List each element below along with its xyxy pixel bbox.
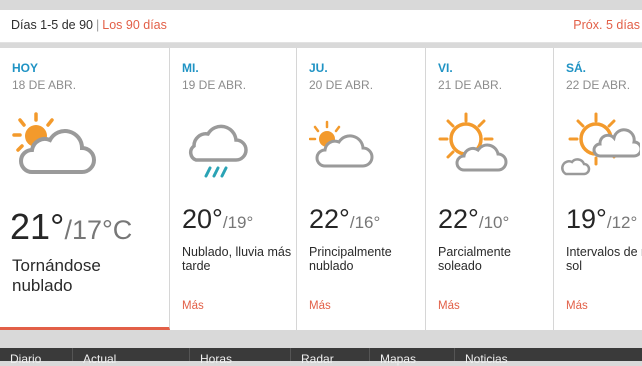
day-date: 22 DE ABR. [566, 78, 631, 92]
temp-high: 22° [309, 204, 350, 234]
day-description: Tornándose nublado [12, 256, 101, 295]
tab-noticias[interactable]: Noticias [455, 348, 642, 366]
tab-mapas[interactable]: Mapas [370, 348, 455, 366]
cloud-rain-icon [189, 124, 248, 178]
day-name: VI. [438, 61, 453, 75]
day-description: Intervalos de nubes y sol [566, 245, 642, 274]
temp-high: 21° [10, 206, 65, 247]
tab-label: Actual [83, 352, 117, 366]
mostly-cloudy-icon [309, 120, 374, 168]
tab-label: Noticias [465, 352, 508, 366]
temp-low: /10° [478, 213, 510, 232]
separator: | [96, 18, 100, 32]
day-card-thursday[interactable]: JU. 20 DE ABR. 22°/16° Principalmente nu… [297, 48, 426, 330]
forecast-days: HOY 18 DE ABR. 21°/17°C Tornándose nubla… [0, 48, 642, 330]
day-name: MI. [182, 61, 199, 75]
temp-high: 22° [438, 204, 479, 234]
bottom-nav: Diario Actual Horas Radar Mapas Noticias [0, 348, 642, 366]
days-range-label: Días 1-5 de 90 [11, 18, 93, 32]
day-name: JU. [309, 61, 328, 75]
partly-sunny-icon [438, 112, 508, 172]
temp-high: 19° [566, 204, 607, 234]
ninety-days-link[interactable]: Los 90 días [102, 18, 167, 32]
temp-low: /19° [222, 213, 254, 232]
more-link[interactable]: Más [309, 300, 331, 312]
day-date: 19 DE ABR. [182, 78, 247, 92]
tab-diario[interactable]: Diario [0, 348, 73, 366]
day-card-today[interactable]: HOY 18 DE ABR. 21°/17°C Tornándose nubla… [0, 48, 170, 330]
day-description: Nublado, lluvia más tarde [182, 245, 292, 274]
day-card-wednesday[interactable]: MI. 19 DE ABR. 20°/19° Nublado, lluvia m… [170, 48, 297, 330]
day-name: SÁ. [566, 61, 587, 75]
days-nav-bar: Días 1-5 de 90 | Los 90 días Próx. 5 días [0, 10, 642, 43]
temperature: 21°/17°C [10, 206, 132, 248]
next-five-days-link[interactable]: Próx. 5 días [573, 18, 640, 32]
tab-actual[interactable]: Actual [73, 348, 190, 366]
day-card-friday[interactable]: VI. 21 DE ABR. 22°/10° Parcialmente sole… [426, 48, 554, 330]
sun-cloud-intervals-icon [561, 112, 640, 176]
more-link[interactable]: Más [182, 300, 204, 312]
temp-high: 20° [182, 204, 223, 234]
day-date: 18 DE ABR. [12, 78, 77, 92]
temperature: 19°/12° [566, 204, 637, 235]
tab-label: Mapas [380, 352, 417, 366]
temperature: 22°/10° [438, 204, 509, 235]
day-date: 21 DE ABR. [438, 78, 503, 92]
tab-label: Radar [301, 352, 334, 366]
more-link[interactable]: Más [438, 300, 460, 312]
tab-label: Horas [200, 352, 233, 366]
day-description: Principalmente nublado [309, 245, 392, 274]
more-link[interactable]: Más [566, 300, 588, 312]
day-date: 20 DE ABR. [309, 78, 374, 92]
temperature: 22°/16° [309, 204, 380, 235]
day-name: HOY [12, 61, 39, 75]
tab-radar[interactable]: Radar [291, 348, 370, 366]
temp-low: /12° [606, 213, 638, 232]
temperature: 20°/19° [182, 204, 253, 235]
partly-cloudy-icon [12, 112, 96, 174]
temp-low: /17°C [64, 215, 133, 245]
temp-low: /16° [349, 213, 381, 232]
day-description: Parcialmente soleado [438, 245, 511, 274]
day-card-saturday[interactable]: SÁ. 22 DE ABR. 19°/12° Intervalos de nub… [554, 48, 642, 330]
tab-horas[interactable]: Horas [190, 348, 291, 366]
tab-label: Diario [10, 352, 42, 366]
days-range: Días 1-5 de 90 | Los 90 días [11, 18, 167, 32]
